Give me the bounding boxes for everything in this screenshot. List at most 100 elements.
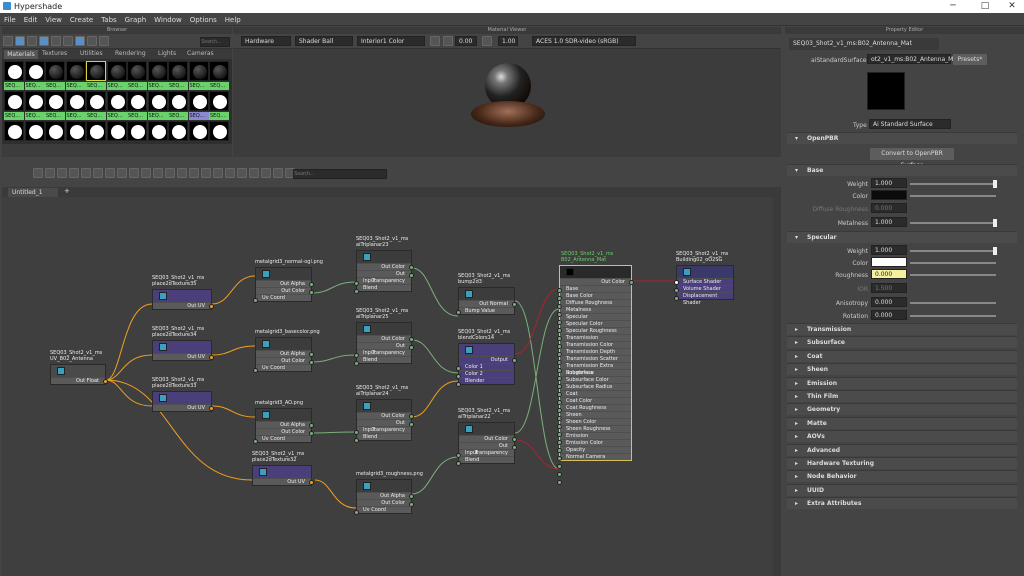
node-attribute[interactable]: Input — [459, 449, 514, 456]
node-attribute[interactable]: Coat Color — [560, 397, 631, 404]
graph-tool-icon[interactable] — [141, 168, 151, 178]
material-swatch[interactable] — [45, 121, 65, 141]
browser-options-icon[interactable] — [99, 36, 109, 46]
section-collapsed[interactable]: ▸ Hardware Texturing — [787, 457, 1017, 469]
node-attribute[interactable]: Specular — [560, 313, 631, 320]
gamma-icon[interactable] — [482, 36, 492, 46]
browser-refresh-icon[interactable] — [87, 36, 97, 46]
specular-color-slider[interactable] — [910, 262, 996, 264]
shader-node[interactable]: Out Color Out Transparency Input Blend — [354, 322, 414, 366]
node-attribute[interactable]: Blend — [459, 456, 514, 463]
material-swatch[interactable]: SEQ... — [106, 61, 127, 90]
shader-node[interactable]: Surface Shader Volume Shader Displacement … — [674, 265, 734, 306]
connection-pin[interactable] — [674, 296, 679, 301]
browser-filter-icon[interactable] — [63, 36, 73, 46]
material-swatch[interactable] — [106, 121, 127, 141]
shader-node[interactable]: Out Alpha Out Color Uv Coord — [253, 267, 314, 303]
node-attribute[interactable]: Emission — [560, 432, 631, 439]
base-weight-slider[interactable] — [910, 183, 996, 185]
section-collapsed[interactable]: ▸ Emission — [787, 376, 1017, 389]
metalness-slider[interactable] — [910, 222, 996, 224]
browser-grid-icon[interactable] — [27, 36, 37, 46]
node-attribute[interactable]: Bump Value — [459, 307, 514, 314]
tab-rendering[interactable]: Rendering — [115, 50, 146, 57]
node-attribute[interactable]: Blend — [357, 356, 411, 363]
rotation-slider[interactable] — [910, 315, 996, 317]
metalness-field[interactable]: 1.000 — [871, 217, 907, 227]
shader-node[interactable]: Out UV — [252, 465, 314, 486]
presets-button[interactable]: Presets* — [953, 54, 987, 65]
node-attribute[interactable]: Base — [560, 285, 631, 292]
node-attribute[interactable]: Emission Color — [560, 439, 631, 446]
graph-scrollbar[interactable] — [773, 197, 781, 576]
graph-tool-icon[interactable] — [105, 168, 115, 178]
graph-tool-icon[interactable] — [249, 168, 259, 178]
menu-create[interactable]: Create — [66, 13, 97, 24]
specular-weight-field[interactable]: 1.000 — [871, 245, 907, 255]
material-swatch[interactable]: SEQ... — [86, 61, 106, 90]
section-collapsed[interactable]: ▸ Extra Attributes — [787, 497, 1017, 510]
node-attribute[interactable]: Uv Coord — [256, 435, 311, 442]
graph-tool-icon[interactable] — [237, 168, 247, 178]
node-attribute[interactable]: Out Color — [256, 357, 311, 364]
node-attribute[interactable]: Transmission Depth — [560, 348, 631, 355]
node-attribute[interactable]: Out Color — [459, 435, 514, 442]
material-swatch[interactable]: SEQ... — [127, 61, 147, 90]
browser-sort-icon[interactable] — [51, 36, 61, 46]
node-attribute[interactable]: Blend — [357, 284, 411, 291]
node-attribute[interactable]: Specular Roughness — [560, 327, 631, 334]
menu-file[interactable]: File — [0, 13, 20, 24]
connection-pin[interactable] — [253, 368, 258, 373]
node-attribute[interactable]: Sheen Color — [560, 418, 631, 425]
tab-materials[interactable]: Materials — [4, 50, 38, 59]
section-collapsed[interactable]: ▸ UUID — [787, 483, 1017, 496]
connection-pin[interactable] — [103, 379, 108, 384]
graph-tool-icon[interactable] — [201, 168, 211, 178]
material-swatch[interactable]: SEQ... — [4, 91, 24, 120]
graph-tab[interactable]: Untitled_1 — [8, 188, 58, 197]
material-swatch[interactable]: SEQ... — [168, 91, 188, 120]
maximize-button[interactable]: □ — [975, 1, 995, 11]
node-attribute[interactable]: Out UV — [153, 353, 211, 360]
connection-pin[interactable] — [354, 510, 359, 515]
graph-tool-icon[interactable] — [69, 168, 79, 178]
node-attribute[interactable]: Out Color — [357, 263, 411, 270]
connection-pin[interactable] — [456, 461, 461, 466]
section-collapsed[interactable]: ▸ Thin Film — [787, 390, 1017, 402]
node-attribute[interactable]: Uv Coord — [256, 294, 311, 301]
node-attribute[interactable]: Output — [459, 356, 514, 363]
browser-list-icon[interactable] — [39, 36, 49, 46]
browser-tool-icon[interactable] — [3, 36, 13, 46]
connection-pin[interactable] — [209, 406, 214, 411]
shader-node[interactable]: Out Color Out Transparency Input Blend — [354, 399, 414, 443]
browser-search-input[interactable] — [200, 37, 230, 47]
material-swatch[interactable]: SEQ... — [24, 61, 45, 90]
node-name-tab[interactable]: SEQ03_Shot2_v1_ms:B02_Antenna_Mat — [789, 38, 939, 50]
material-swatch[interactable] — [24, 121, 45, 141]
connection-pin[interactable] — [456, 382, 461, 387]
graph-tool-icon[interactable] — [33, 168, 43, 178]
base-weight-field[interactable]: 1.000 — [871, 178, 907, 188]
section-specular[interactable]: ▾ Specular — [787, 231, 1017, 243]
shader-node[interactable]: Out Alpha Out Color Uv Coord — [354, 479, 414, 515]
graph-tool-icon[interactable] — [81, 168, 91, 178]
node-attribute[interactable]: Out UV — [153, 404, 211, 411]
base-weight-handle[interactable] — [993, 180, 997, 188]
shader-node[interactable]: Out Color Out Transparency Input Blend — [354, 250, 414, 294]
shader-node[interactable]: Output Color 1 Color 2 Blender — [456, 343, 517, 387]
section-collapsed[interactable]: ▸ Geometry — [787, 403, 1017, 416]
section-openpbr[interactable]: ▾ OpenPBR — [787, 132, 1017, 144]
section-collapsed[interactable]: ▸ Advanced — [787, 443, 1017, 456]
graph-tool-icon[interactable] — [129, 168, 139, 178]
base-color-slider[interactable] — [910, 195, 996, 197]
node-attribute[interactable]: Out Alpha — [256, 421, 311, 428]
node-attribute[interactable]: Out Float — [51, 377, 105, 384]
node-attribute[interactable]: Out UV — [253, 478, 311, 485]
gamma-field[interactable]: 1.00 — [498, 36, 518, 46]
material-swatch[interactable]: SEQ... — [147, 61, 168, 90]
menu-help[interactable]: Help — [221, 13, 245, 24]
node-attribute[interactable]: Out Normal — [459, 300, 514, 307]
node-attribute[interactable]: Out Color — [560, 278, 631, 285]
node-attribute[interactable]: Normal Camera — [560, 453, 631, 460]
close-button[interactable]: ✕ — [1002, 1, 1022, 11]
